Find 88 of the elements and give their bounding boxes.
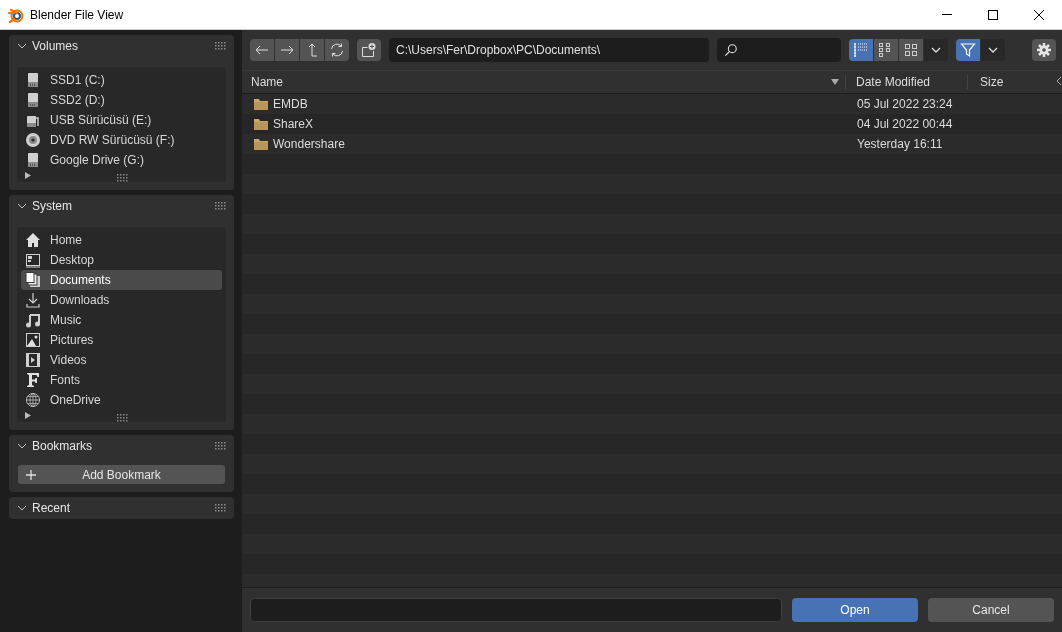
search-icon bbox=[724, 43, 738, 57]
file-name: Wondershare bbox=[273, 137, 345, 151]
settings-button[interactable] bbox=[1032, 39, 1056, 61]
sidebar-item[interactable]: Desktop bbox=[21, 250, 222, 270]
maximize-icon bbox=[987, 8, 999, 21]
file-row[interactable]: EMDB bbox=[242, 96, 846, 112]
drive-icon bbox=[25, 92, 41, 108]
film-icon bbox=[25, 352, 41, 368]
grip-dots-icon bbox=[215, 442, 227, 450]
font-icon bbox=[25, 372, 41, 388]
display-mode-button[interactable] bbox=[874, 39, 898, 61]
grip-dots-icon bbox=[117, 414, 129, 422]
file-name: ShareX bbox=[273, 117, 314, 131]
gear-icon bbox=[1036, 42, 1052, 58]
panel-title[interactable]: Volumes bbox=[32, 39, 211, 53]
download-icon bbox=[25, 292, 41, 308]
sidebar-item[interactable]: Fonts bbox=[21, 370, 222, 390]
sidebar-item[interactable]: Documents bbox=[21, 270, 222, 290]
picture-icon bbox=[25, 332, 41, 348]
sidebar-item[interactable]: Home bbox=[21, 230, 222, 250]
drive-icon bbox=[25, 152, 41, 168]
grip-dots-icon bbox=[215, 202, 227, 210]
open-button[interactable]: Open bbox=[792, 598, 918, 622]
caret-icon bbox=[931, 46, 941, 54]
parent-directory-button[interactable] bbox=[300, 39, 324, 61]
grip-dots-icon bbox=[117, 174, 129, 182]
column-header[interactable]: Date Modified bbox=[845, 75, 967, 89]
sidebar-item[interactable]: Pictures bbox=[21, 330, 222, 350]
expand-triangle-icon bbox=[25, 171, 31, 179]
sidebar-item[interactable]: Music bbox=[21, 310, 222, 330]
globe-icon bbox=[25, 392, 41, 408]
refresh-button[interactable] bbox=[325, 39, 349, 61]
new-folder-icon bbox=[361, 42, 377, 58]
file-row[interactable]: ShareX bbox=[242, 116, 846, 132]
panel-title[interactable]: Recent bbox=[32, 501, 211, 515]
dropdown-button[interactable] bbox=[924, 39, 948, 61]
grip-dots-icon bbox=[215, 42, 227, 50]
dropdown-button[interactable] bbox=[981, 39, 1005, 61]
vertical-list-icon bbox=[853, 42, 869, 58]
filename-field[interactable] bbox=[250, 598, 782, 622]
file-row[interactable]: Wondershare bbox=[242, 136, 846, 152]
grip-dots-icon bbox=[215, 504, 227, 512]
sidebar-item[interactable]: Google Drive (G:) bbox=[21, 150, 222, 170]
desktop-icon bbox=[25, 252, 41, 268]
folder-icon bbox=[253, 116, 269, 132]
disc-icon bbox=[25, 132, 41, 148]
cancel-button[interactable]: Cancel bbox=[928, 598, 1054, 622]
drive-icon bbox=[25, 72, 41, 88]
home-icon bbox=[25, 232, 41, 248]
folder-icon bbox=[253, 136, 269, 152]
add-bookmark-button[interactable]: Add Bookmark bbox=[18, 465, 225, 484]
back-button[interactable] bbox=[250, 39, 274, 61]
date-modified: 04 Jul 2022 00:44 bbox=[856, 117, 954, 131]
forward-button[interactable] bbox=[275, 39, 299, 61]
sidebar-item[interactable]: SSD1 (C:) bbox=[21, 70, 222, 90]
display-mode-button[interactable] bbox=[899, 39, 923, 61]
new-folder-button[interactable] bbox=[357, 39, 381, 61]
display-mode-button[interactable] bbox=[849, 39, 873, 61]
sidebar-item[interactable]: USB Sürücüsü (E:) bbox=[21, 110, 222, 130]
sidebar-item[interactable]: Videos bbox=[21, 350, 222, 370]
column-header[interactable]: Name bbox=[242, 75, 831, 89]
refresh-icon bbox=[329, 42, 345, 58]
panel-title[interactable]: Bookmarks bbox=[32, 439, 211, 453]
sidebar-item[interactable]: SSD2 (D:) bbox=[21, 90, 222, 110]
date-modified: Yesterday 16:11 bbox=[856, 137, 944, 151]
sidebar-item[interactable]: DVD RW Sürücüsü (F:) bbox=[21, 130, 222, 150]
sort-descending-icon bbox=[831, 79, 839, 85]
panel-title[interactable]: System bbox=[32, 199, 211, 213]
thumbnails-icon bbox=[903, 42, 919, 58]
close-icon bbox=[1033, 8, 1045, 21]
file-name: EMDB bbox=[273, 97, 308, 111]
expand-triangle-icon bbox=[25, 411, 31, 419]
minimize-icon bbox=[942, 14, 952, 15]
search-field[interactable] bbox=[717, 38, 841, 62]
plus-icon bbox=[25, 468, 37, 481]
blender-logo-icon bbox=[8, 6, 24, 23]
folder-icon bbox=[253, 96, 269, 112]
documents-icon bbox=[25, 272, 41, 288]
sidebar-item[interactable]: OneDrive bbox=[21, 390, 222, 410]
window-title: Blender File View bbox=[30, 7, 124, 22]
path-field[interactable]: C:\Users\Fer\Dropbox\PC\Documents\ bbox=[389, 38, 709, 62]
date-modified: 05 Jul 2022 23:24 bbox=[856, 97, 954, 111]
column-header[interactable]: Size bbox=[967, 75, 1062, 89]
filter-button[interactable] bbox=[956, 39, 980, 61]
sidebar-item[interactable]: Downloads bbox=[21, 290, 222, 310]
caret-icon bbox=[988, 46, 998, 54]
filter-icon bbox=[960, 42, 976, 58]
music-icon bbox=[25, 312, 41, 328]
